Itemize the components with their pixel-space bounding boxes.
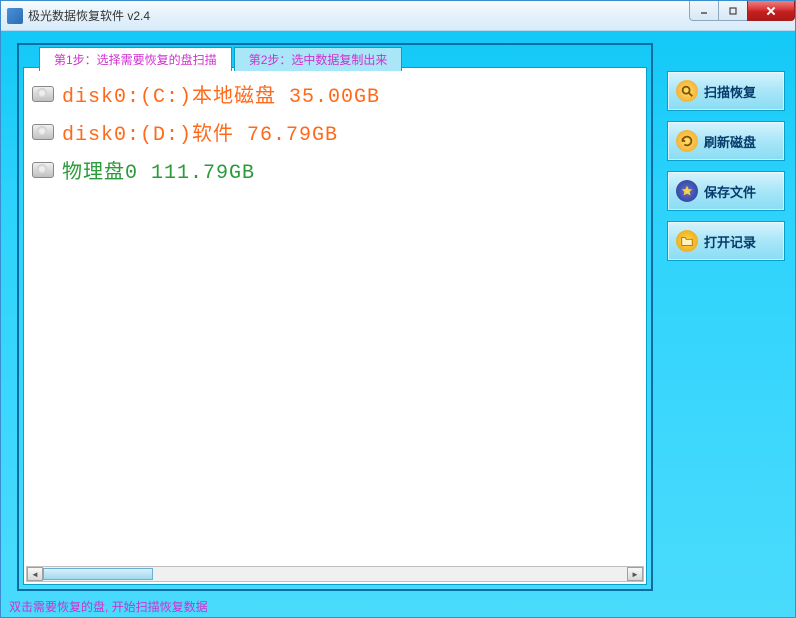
app-icon xyxy=(7,8,23,24)
scroll-left-arrow[interactable]: ◄ xyxy=(27,567,43,581)
scroll-right-arrow[interactable]: ► xyxy=(627,567,643,581)
window-controls xyxy=(690,1,795,21)
disk-label: 物理盘0 111.79GB xyxy=(62,155,255,185)
tabs: 第1步：选择需要恢复的盘扫描 第2步：选中数据复制出来 xyxy=(23,43,404,71)
disk-icon xyxy=(32,162,54,178)
tab-step2[interactable]: 第2步：选中数据复制出来 xyxy=(234,47,403,71)
disk-label: disk0:(C:)本地磁盘 35.00GB xyxy=(62,79,380,109)
client-area: 第1步：选择需要恢复的盘扫描 第2步：选中数据复制出来 disk0:(C:)本地… xyxy=(1,31,795,617)
maximize-button[interactable] xyxy=(718,1,748,21)
save-file-button[interactable]: 保存文件 xyxy=(667,171,785,211)
scan-recover-button[interactable]: 扫描恢复 xyxy=(667,71,785,111)
disk-icon xyxy=(32,124,54,140)
disk-list-panel: disk0:(C:)本地磁盘 35.00GB disk0:(D:)软件 76.7… xyxy=(23,67,647,585)
disk-row[interactable]: disk0:(D:)软件 76.79GB xyxy=(30,114,640,150)
disk-icon xyxy=(32,86,54,102)
disk-row[interactable]: disk0:(C:)本地磁盘 35.00GB xyxy=(30,76,640,112)
refresh-icon xyxy=(676,130,698,152)
scroll-thumb[interactable] xyxy=(43,568,153,580)
sidebar: 扫描恢复 刷新磁盘 保存文件 打开记录 xyxy=(667,71,785,261)
disk-row[interactable]: 物理盘0 111.79GB xyxy=(30,152,640,188)
app-window: 极光数据恢复软件 v2.4 第1步：选择需要恢复的盘扫描 第2步：选中数据复制出… xyxy=(0,0,796,618)
disk-list: disk0:(C:)本地磁盘 35.00GB disk0:(D:)软件 76.7… xyxy=(24,68,646,198)
titlebar: 极光数据恢复软件 v2.4 xyxy=(1,1,795,31)
button-label: 刷新磁盘 xyxy=(704,132,756,151)
disk-label: disk0:(D:)软件 76.79GB xyxy=(62,117,338,147)
star-icon xyxy=(676,180,698,202)
minimize-button[interactable] xyxy=(689,1,719,21)
button-label: 扫描恢复 xyxy=(704,82,756,101)
button-label: 打开记录 xyxy=(704,232,756,251)
close-button[interactable] xyxy=(747,1,795,21)
window-title: 极光数据恢复软件 v2.4 xyxy=(28,7,150,24)
open-record-button[interactable]: 打开记录 xyxy=(667,221,785,261)
tab-step1[interactable]: 第1步：选择需要恢复的盘扫描 xyxy=(39,47,232,71)
folder-icon xyxy=(676,230,698,252)
status-text: 双击需要恢复的盘, 开始扫描恢复数据 xyxy=(9,598,208,615)
refresh-disks-button[interactable]: 刷新磁盘 xyxy=(667,121,785,161)
button-label: 保存文件 xyxy=(704,182,756,201)
magnify-icon xyxy=(676,80,698,102)
horizontal-scrollbar[interactable]: ◄ ► xyxy=(26,566,644,582)
